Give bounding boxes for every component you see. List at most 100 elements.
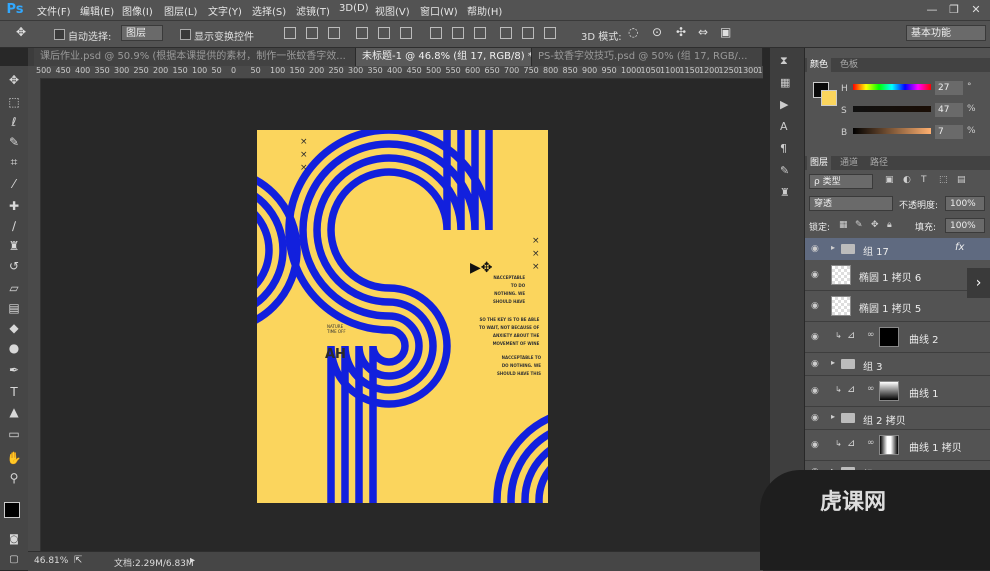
layer-name[interactable]: 曲线 1 拷贝 [909,439,962,454]
blur-tool-icon[interactable]: ◆ [6,320,22,336]
tab-color[interactable]: 颜色 [807,58,832,72]
layer-row[interactable]: ◉ ↳ ⊿ ∞ 曲线 2 [805,322,990,353]
layer-row[interactable]: ◉ ▸ 组 2 拷贝 [805,407,990,430]
document-canvas[interactable]: × × × × × × AH NATURE TIME OFF NACCEPTAB… [257,130,548,503]
type-tool-icon[interactable]: T [6,384,22,400]
visibility-eye-icon[interactable]: ◉ [811,332,821,342]
layer-name[interactable]: 曲线 1 [909,385,939,400]
3d-drag-icon[interactable]: ✣ [676,25,686,39]
layer-name[interactable]: 椭圆 1 拷贝 6 [859,269,921,284]
opacity-input[interactable]: 100% [945,196,985,211]
align-left-icon[interactable] [356,27,368,39]
layer-row[interactable]: ◉ ▸ 组 3 [805,353,990,376]
quick-select-tool-icon[interactable]: ✎ [6,134,22,150]
menu-layer[interactable]: 图层(L) [164,3,197,18]
tab-document-3[interactable]: PS-蚊香字效技巧.psd @ 50% (组 17, RGB/... [532,48,763,66]
hand-tool-icon[interactable]: ✋ [6,450,22,466]
path-select-tool-icon[interactable]: ▲ [6,404,22,420]
menu-window[interactable]: 窗口(W) [420,3,458,18]
distribute-hcenter-icon[interactable] [522,27,534,39]
link-icon[interactable]: ∞ [867,384,875,394]
tab-document-1[interactable]: 课后作业.psd @ 50.9% (根据本课提供的素材，制作一张蚊香字效... [34,48,356,66]
eyedropper-tool-icon[interactable]: ⁄ [6,176,22,192]
layer-name[interactable]: 曲线 2 [909,331,939,346]
layer-row[interactable]: ◉ 椭圆 1 拷贝 6 [805,260,990,291]
3d-slide-icon[interactable]: ⇔ [698,25,708,39]
menu-3d[interactable]: 3D(D) [339,3,369,14]
brightness-slider[interactable] [853,128,931,134]
lock-pixels-icon[interactable]: ✎ [855,220,863,230]
layer-mask-thumbnail[interactable] [879,435,899,455]
expand-arrow-icon[interactable]: ▸ [831,358,835,367]
layer-row[interactable]: ◉ ↳ ⊿ ∞ 曲线 1 [805,376,990,407]
filter-smart-icon[interactable]: ▤ [957,175,966,185]
expand-arrow-icon[interactable]: ▸ [831,243,835,252]
align-right-icon[interactable] [400,27,412,39]
menu-image[interactable]: 图像(I) [122,3,153,18]
menu-select[interactable]: 选择(S) [252,3,286,18]
gradient-tool-icon[interactable]: ▤ [6,300,22,316]
layer-row[interactable]: ◉ ▸ 组 17 fx [805,238,990,261]
restore-button[interactable]: ❐ [944,2,964,17]
b-value-input[interactable]: 7 [935,125,963,139]
align-bottom-icon[interactable] [328,27,340,39]
3d-scale-icon[interactable]: ▣ [720,25,731,39]
shape-tool-icon[interactable]: ▭ [6,426,22,442]
eraser-tool-icon[interactable]: ▱ [6,280,22,296]
distribute-right-icon[interactable] [544,27,556,39]
character-icon[interactable]: A [780,120,788,133]
visibility-eye-icon[interactable]: ◉ [811,440,821,450]
menu-help[interactable]: 帮助(H) [467,3,502,18]
tab-layers[interactable]: 图层 [807,156,832,170]
marquee-tool-icon[interactable]: ⬚ [6,94,22,110]
dodge-tool-icon[interactable]: ● [6,340,22,356]
align-top-icon[interactable] [284,27,296,39]
layer-name[interactable]: 椭圆 1 拷贝 5 [859,300,921,315]
pen-tool-icon[interactable]: ✒ [6,362,22,378]
menu-filter[interactable]: 滤镜(T) [296,3,330,18]
layer-mask-thumbnail[interactable] [879,327,899,347]
lock-position-icon[interactable]: ✥ [871,220,879,230]
menu-edit[interactable]: 编辑(E) [80,3,114,18]
paragraph-icon[interactable]: ¶ [780,142,787,155]
move-tool-icon[interactable]: ✥ [16,25,26,39]
auto-select-dropdown[interactable]: 图层 [121,25,163,41]
fx-badge[interactable]: fx [955,242,964,253]
close-button[interactable]: ✕ [966,2,986,17]
h-value-input[interactable]: 27 [935,81,963,95]
menu-file[interactable]: 文件(F) [37,3,71,18]
expand-arrow-icon[interactable]: ▸ [831,412,835,421]
auto-select-checkbox[interactable] [54,29,65,40]
foreground-color-swatch[interactable] [4,502,20,518]
zoom-level[interactable]: 46.81% [34,556,68,566]
history-brush-icon[interactable]: ↺ [6,258,22,274]
lock-transparent-icon[interactable]: ▦ [839,220,848,230]
lock-all-icon[interactable]: 🔒︎ [887,220,892,230]
visibility-eye-icon[interactable]: ◉ [811,386,821,396]
lasso-tool-icon[interactable]: ℓ [6,114,22,130]
layer-name[interactable]: 组 17 [863,243,889,258]
menu-type[interactable]: 文字(Y) [208,3,242,18]
brush-tool-icon[interactable]: ∕ [6,218,22,234]
actions-icon[interactable]: ▶ [780,98,788,111]
minimize-button[interactable]: — [922,2,942,17]
screen-mode-icon[interactable]: ▢ [6,552,22,568]
align-hcenter-icon[interactable] [378,27,390,39]
tab-paths[interactable]: 路径 [867,156,891,170]
saturation-slider[interactable] [853,106,931,112]
tab-channels[interactable]: 通道 [837,156,861,170]
visibility-eye-icon[interactable]: ◉ [811,270,821,280]
show-transform-checkbox[interactable] [180,29,191,40]
3d-roll-icon[interactable]: ⊙ [652,25,662,39]
panel-expand-arrow-icon[interactable]: › [967,268,990,298]
visibility-eye-icon[interactable]: ◉ [811,413,821,423]
filter-adjust-icon[interactable]: ◐ [903,175,911,185]
hue-slider[interactable] [853,84,931,90]
distribute-vcenter-icon[interactable] [452,27,464,39]
tab-document-2[interactable]: 未标题-1 @ 46.8% (组 17, RGB/8) * [356,48,532,66]
info-arrow-icon[interactable]: ▸ [190,555,195,566]
filter-type-icon[interactable]: T [921,175,927,185]
background-color-swatch[interactable] [821,90,837,106]
visibility-eye-icon[interactable]: ◉ [811,301,821,311]
clone-source-icon[interactable]: ♜ [780,186,790,199]
